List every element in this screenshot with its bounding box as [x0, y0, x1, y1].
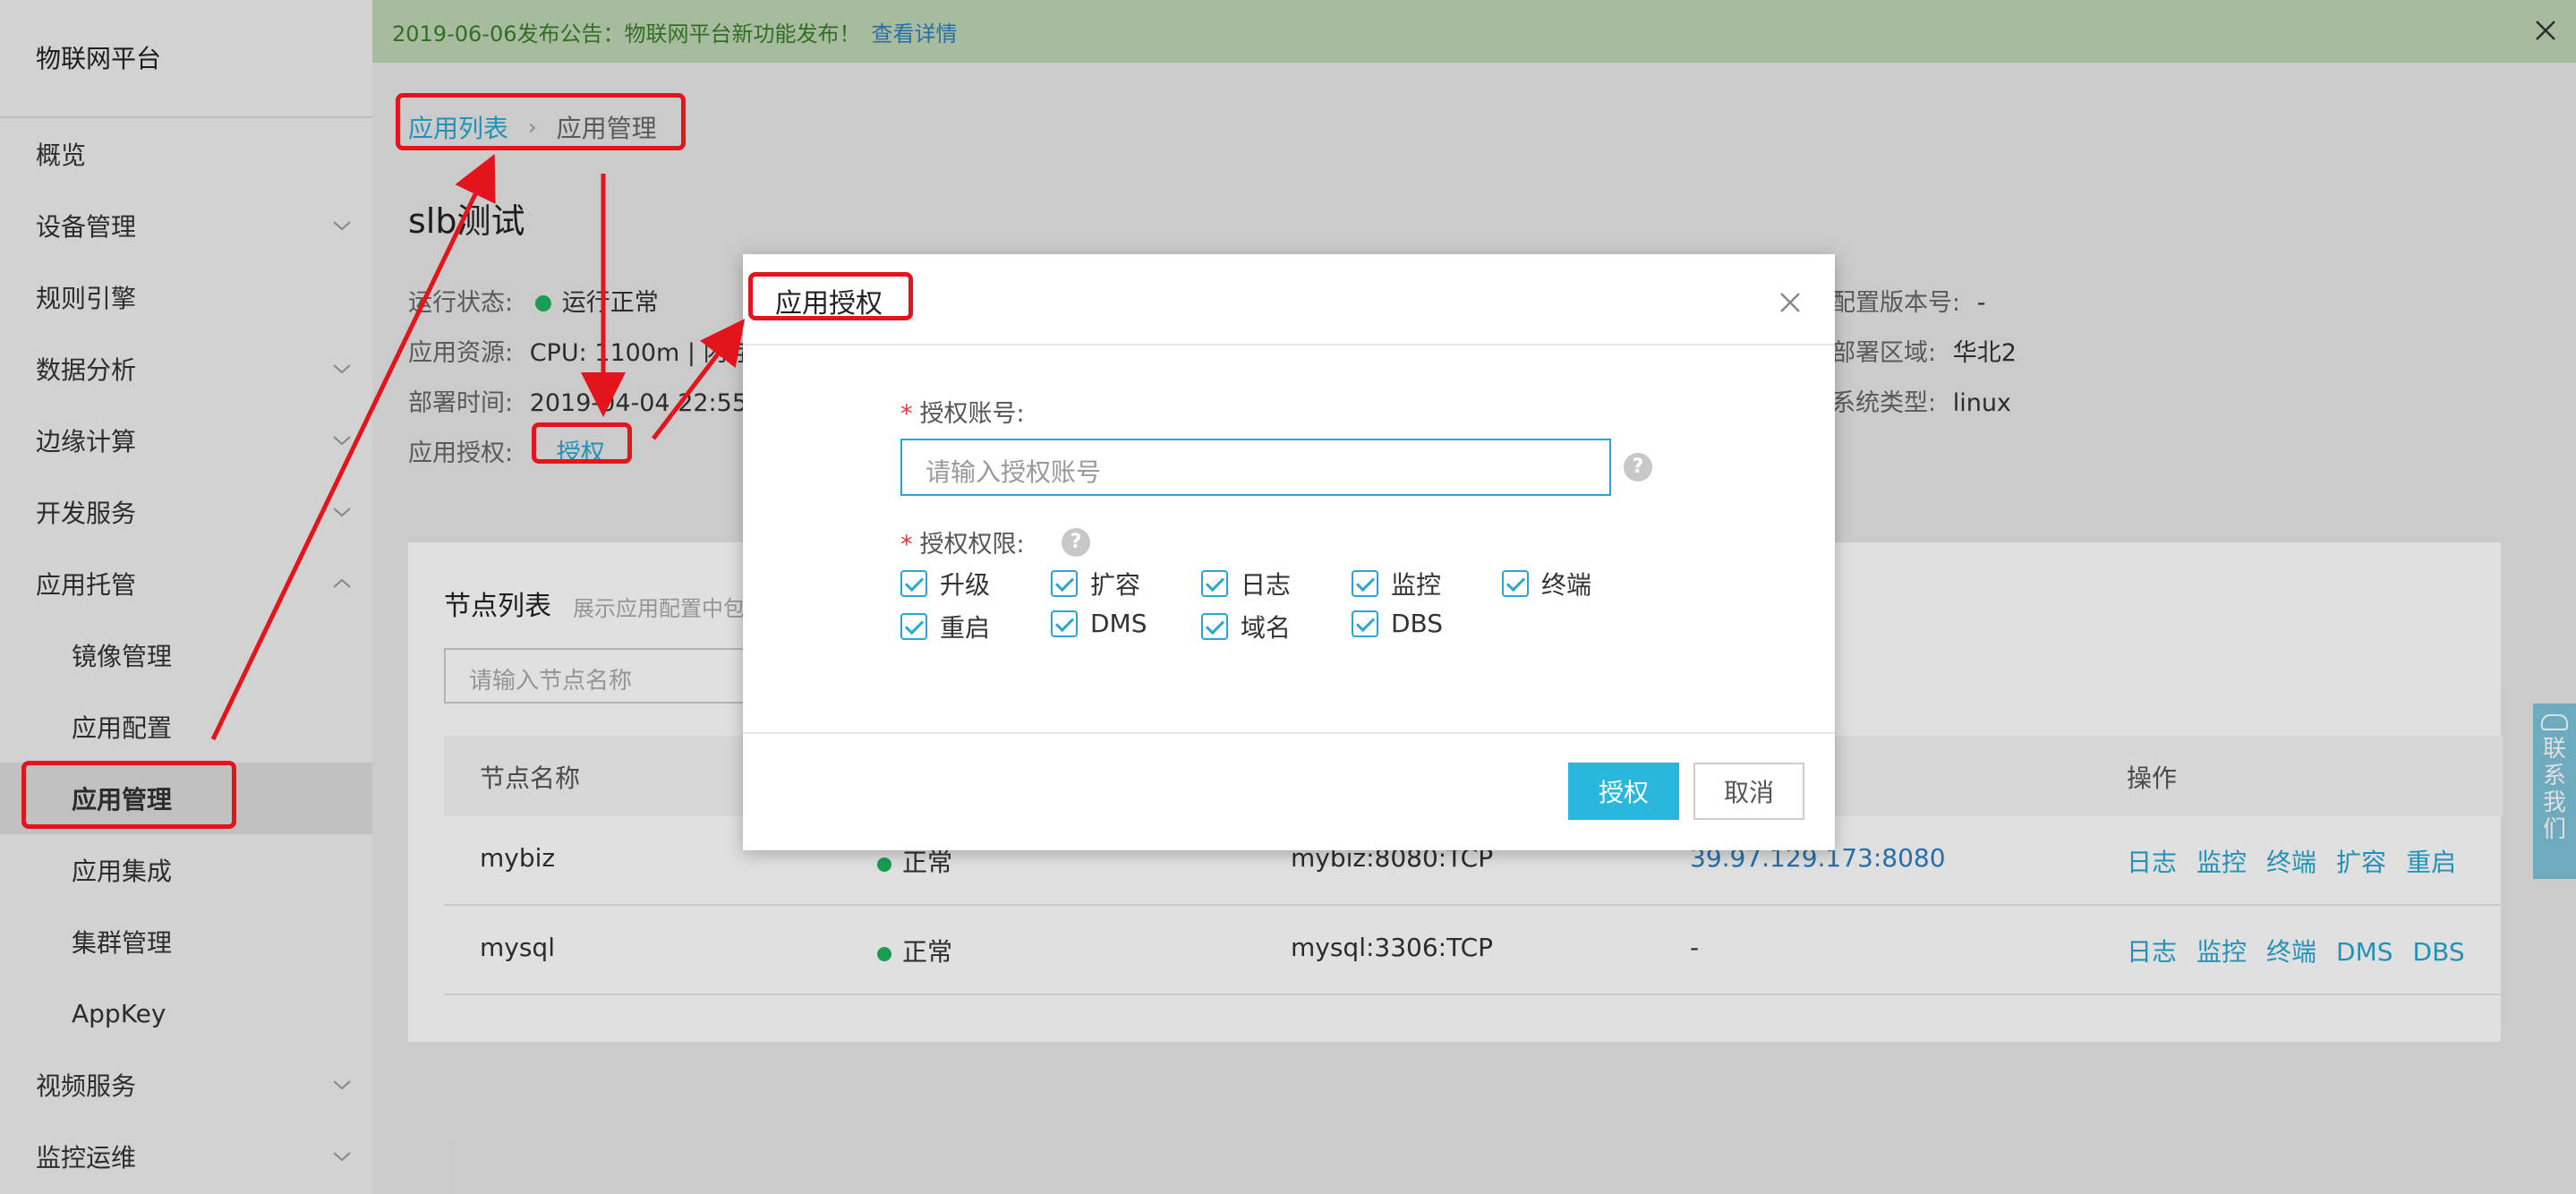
annotation-arrows	[210, 153, 746, 741]
annotation-arrow-to-dialog	[652, 319, 746, 440]
annotation-arrow-to-breadcrumb	[210, 153, 496, 741]
